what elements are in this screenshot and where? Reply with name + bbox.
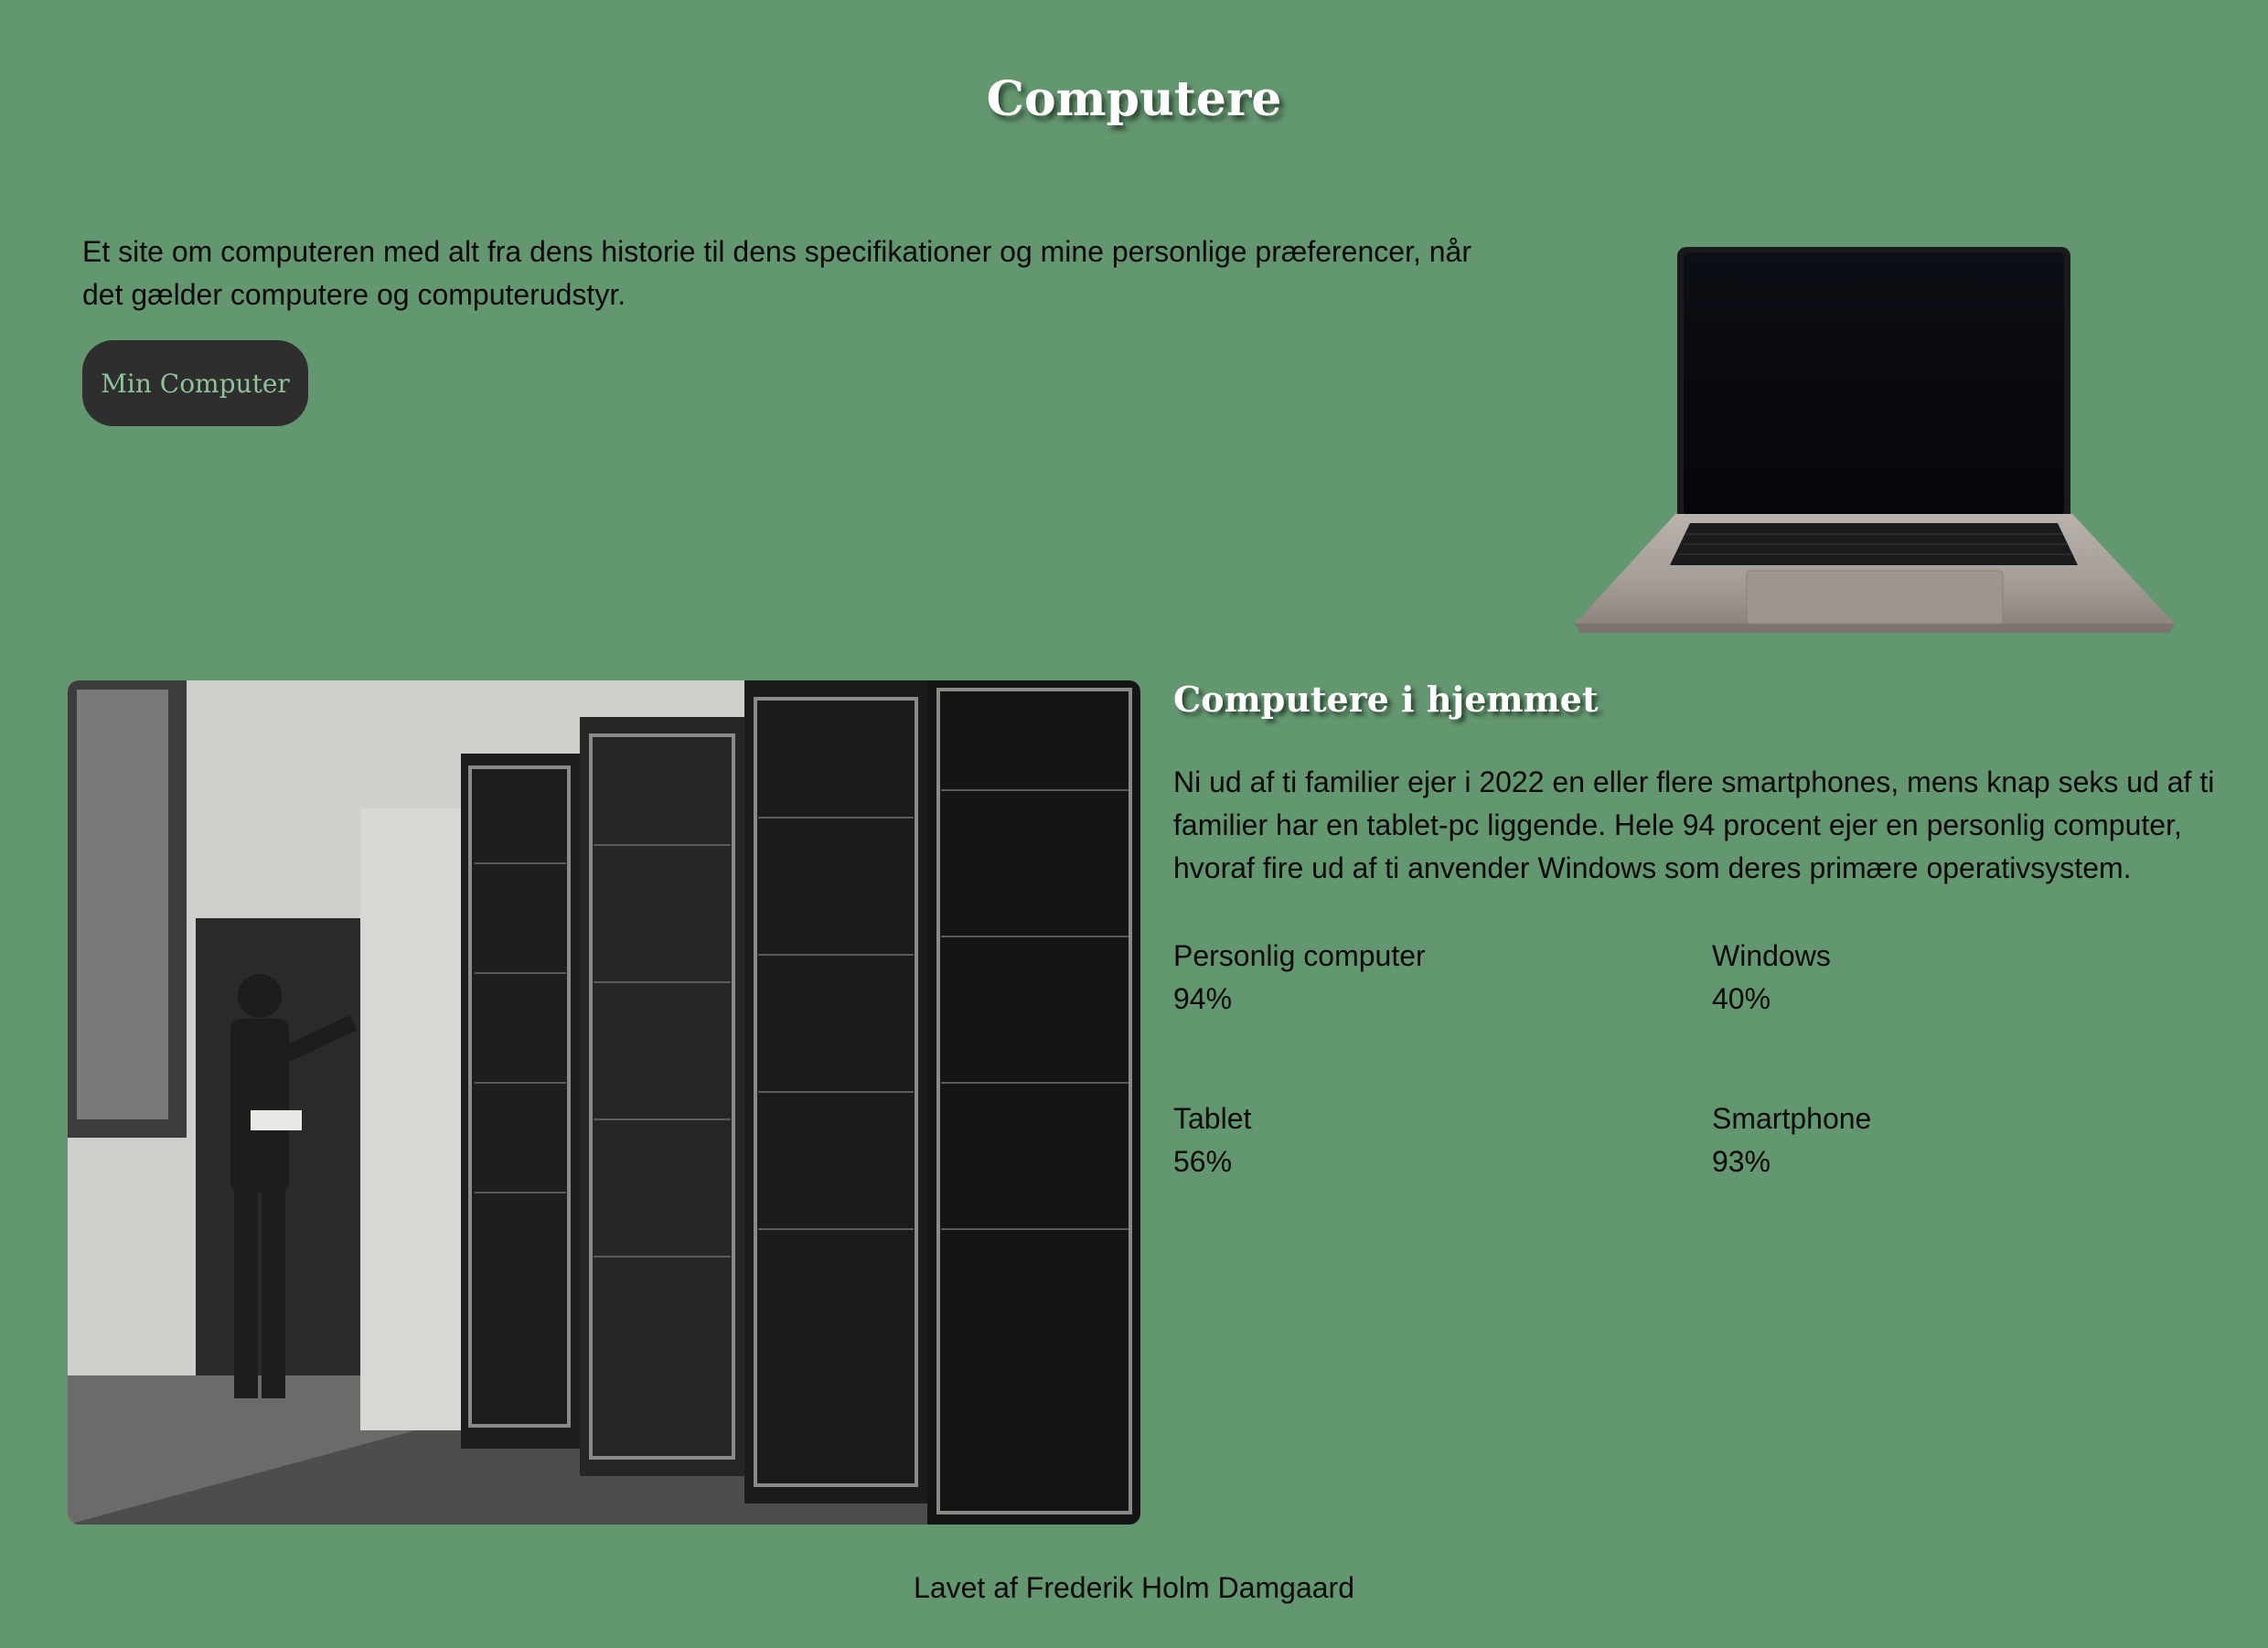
stat-label: Smartphone <box>1712 1102 1872 1135</box>
section-heading: Computere i hjemmet <box>1173 679 1599 720</box>
stat-value: 56% <box>1173 1145 1233 1178</box>
laptop-image <box>1575 247 2175 633</box>
stat-value: 93% <box>1712 1145 1771 1178</box>
section-body-text: Ni ud af ti familier ejer i 2022 en elle… <box>1173 765 2215 884</box>
stat-label: Windows <box>1712 939 1831 972</box>
page-title: Computere <box>986 71 1282 127</box>
stat-value: 94% <box>1173 982 1233 1015</box>
stat-label: Personlig computer <box>1173 939 1426 972</box>
stat-value: 40% <box>1712 982 1771 1015</box>
stat-smartphone: Smartphone 93% <box>1712 1097 1871 1183</box>
stat-personal-computer: Personlig computer 94% <box>1173 935 1426 1021</box>
stat-tablet: Tablet 56% <box>1173 1097 1251 1183</box>
stat-windows: Windows 40% <box>1712 935 1831 1021</box>
stat-label: Tablet <box>1173 1102 1252 1135</box>
footer-credit: Lavet af Frederik Holm Damgaard <box>914 1571 1354 1604</box>
vintage-computer-photo <box>68 680 1140 1525</box>
intro-text: Et site om computeren med alt fra dens h… <box>82 235 1471 311</box>
min-computer-button[interactable]: Min Computer <box>82 340 308 426</box>
